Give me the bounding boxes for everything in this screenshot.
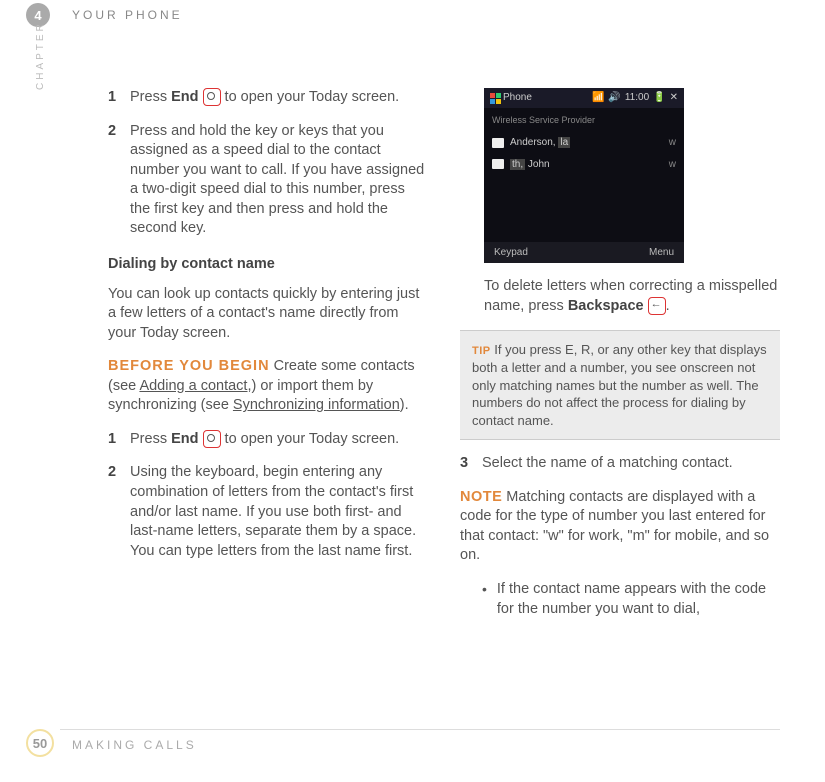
ss-contact-code: w [669,136,676,150]
note-label: NOTE [460,489,502,505]
windows-flag-icon [490,93,501,104]
volume-icon: 🔊 [608,91,620,105]
step-1: 1 Press End to open your Today screen. [108,88,428,108]
step-number: 1 [108,430,130,450]
bullet-text: If the contact name appears with the cod… [497,580,780,619]
bullet-dot-icon: • [482,580,487,619]
ss-contact-name: Anderson, [510,137,558,148]
text: to open your Today screen. [221,89,400,105]
header-title: YOUR PHONE [72,8,183,22]
end-key-label: End [171,431,198,447]
ss-titlebar: Phone 📶 🔊 11:00 🔋 ✕ [484,88,684,108]
ss-body: Wireless Service Provider Anderson, la w… [484,108,684,181]
end-key-label: End [171,89,198,105]
ss-contact-row: Anderson, la w [492,132,676,154]
link-synchronizing[interactable]: Synchronizing information [233,397,400,413]
ss-softkey-left: Keypad [494,246,528,260]
ss-softkeys: Keypad Menu [484,242,684,264]
text: to open your Today screen. [221,431,400,447]
end-key-icon [203,430,221,448]
step-2: 2 Press and hold the key or keys that yo… [108,122,428,239]
step-3: 3 Select the name of a matching contact. [460,454,780,474]
ss-title-left: Phone [490,91,532,105]
ss-contact-highlight: th, [510,159,525,170]
before-you-begin: BEFORE YOU BEGIN Create some contacts (s… [108,357,428,416]
ss-contact-name: John [525,159,549,170]
footer-title: MAKING CALLS [72,738,197,752]
step-body: Using the keyboard, begin entering any c… [130,463,428,561]
text: Press [130,89,171,105]
ss-title: Phone [503,91,532,105]
footer-rule [60,729,780,730]
delete-letters-text: To delete letters when correcting a miss… [484,277,780,316]
text: ). [400,397,409,413]
step-number: 3 [460,454,482,474]
backspace-key-icon [648,297,666,315]
note-text: Matching contacts are displayed with a c… [460,489,769,564]
step-body: Press End to open your Today screen. [130,88,428,108]
contact-icon [492,138,504,148]
step-body: Press End to open your Today screen. [130,430,428,450]
tip-text: If you press E, R, or any other key that… [472,342,767,427]
left-column: 1 Press End to open your Today screen. 2… [108,88,428,619]
paragraph: You can look up contacts quickly by ente… [108,285,428,344]
tip-label: TIP [472,345,491,357]
step-number: 1 [108,88,130,108]
step-number: 2 [108,463,130,561]
end-key-icon [203,88,221,106]
step-body: Select the name of a matching contact. [482,454,780,474]
bullet-item: • If the contact name appears with the c… [482,580,780,619]
ss-contact-row: th, John w [492,154,676,176]
contact-icon [492,159,504,169]
step-body: Press and hold the key or keys that you … [130,122,428,239]
ss-status-icons: 📶 🔊 11:00 🔋 ✕ [592,91,678,105]
chapter-side-label: CHAPTER [35,21,46,90]
close-icon: ✕ [670,91,678,105]
subheading: Dialing by contact name [108,255,428,275]
before-label: BEFORE YOU BEGIN [108,358,270,374]
link-adding-contact[interactable]: Adding a contact, [139,378,251,394]
page-number-badge: 50 [26,729,54,757]
backspace-label: Backspace [568,298,644,314]
tip-box: TIP If you press E, R, or any other key … [460,330,780,440]
text: . [666,298,670,314]
battery-icon: 🔋 [653,91,665,105]
step-number: 2 [108,122,130,239]
step-1b: 1 Press End to open your Today screen. [108,430,428,450]
right-column: Phone 📶 🔊 11:00 🔋 ✕ Wireless Service Pro… [460,88,780,619]
ss-time: 11:00 [625,91,649,105]
ss-provider: Wireless Service Provider [492,114,676,126]
signal-icon: 📶 [592,91,604,105]
note-paragraph: NOTE Matching contacts are displayed wit… [460,488,780,566]
phone-screenshot: Phone 📶 🔊 11:00 🔋 ✕ Wireless Service Pro… [484,88,684,263]
text: Press [130,431,171,447]
ss-contact-code: w [669,158,676,172]
ss-contact-highlight: la [558,137,570,148]
ss-softkey-right: Menu [649,246,674,260]
step-2b: 2 Using the keyboard, begin entering any… [108,463,428,561]
